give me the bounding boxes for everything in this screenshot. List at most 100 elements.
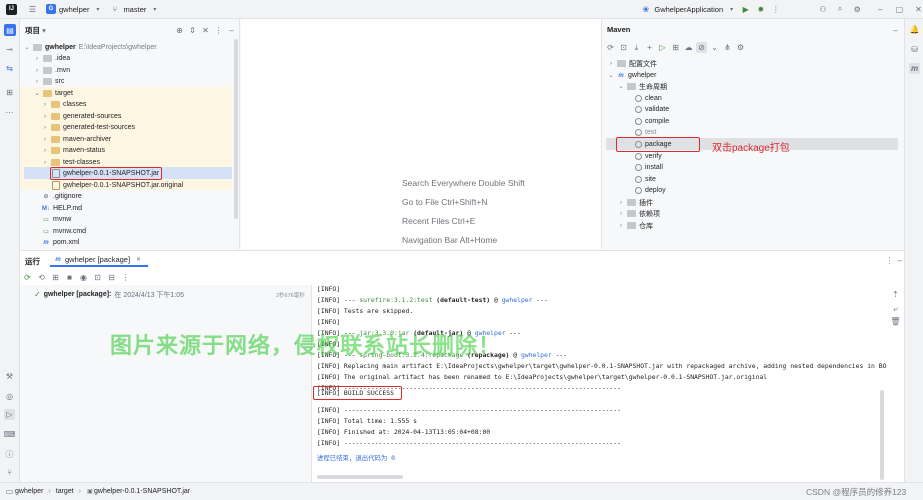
- search-icon[interactable]: ⌕: [836, 4, 845, 15]
- export-icon[interactable]: ⊟: [106, 272, 117, 283]
- run-config-tab[interactable]: m gwhelper [package] ✕: [50, 254, 149, 267]
- project-scrollbar[interactable]: [234, 39, 238, 219]
- pull-requests-icon[interactable]: ⇆: [4, 63, 15, 74]
- console-h-scrollbar[interactable]: [317, 475, 403, 479]
- toggle-view-icon[interactable]: ⊞: [50, 272, 61, 283]
- tree-item[interactable]: › .idea: [34, 53, 70, 64]
- run-tab-title[interactable]: 运行: [25, 256, 40, 267]
- locate-icon[interactable]: ⊕: [174, 25, 185, 36]
- offline-icon[interactable]: ☁: [683, 42, 694, 53]
- debug-icon[interactable]: ✹: [756, 4, 765, 15]
- show-dependencies-icon[interactable]: ⋔: [722, 42, 733, 53]
- settings-icon[interactable]: ⚙: [735, 42, 746, 53]
- structure-icon[interactable]: ⊞: [4, 87, 15, 98]
- watermark-text: 图片来源于网络，侵权联系站长删除！: [110, 333, 502, 358]
- gear-icon[interactable]: ⚙: [853, 4, 862, 15]
- pin-icon[interactable]: ⊡: [92, 272, 103, 283]
- collapse-icon[interactable]: ⌄: [709, 42, 720, 53]
- services-icon[interactable]: ◎: [4, 391, 15, 402]
- reload-icon[interactable]: ⟳: [605, 42, 616, 53]
- project-switcher[interactable]: G gwhelper ▾: [46, 4, 103, 15]
- more-icon[interactable]: ⋮: [771, 4, 780, 15]
- close-icon[interactable]: ✕: [133, 254, 144, 265]
- scroll-up-icon[interactable]: ⇡: [890, 289, 901, 300]
- add-user-icon[interactable]: ⚇: [818, 4, 827, 15]
- rerun-failed-icon[interactable]: ⟲: [36, 272, 47, 283]
- right-tool-strip: 🔔 ⛁ m: [904, 19, 923, 482]
- database-icon[interactable]: ⛁: [909, 44, 920, 55]
- tree-item[interactable]: › generated-test-sources: [42, 122, 135, 133]
- project-panel-title[interactable]: 项目 ▾: [25, 25, 46, 36]
- run-icon[interactable]: ▷: [657, 42, 668, 53]
- run-tree: ✓ gwhelper [package]: 在 2024/4/13 下午1:05…: [20, 285, 312, 482]
- more-icon[interactable]: ⋮: [120, 272, 131, 283]
- tree-item[interactable]: › src: [34, 76, 64, 87]
- maven-goal-clean[interactable]: clean: [635, 93, 662, 104]
- console-output[interactable]: [INFO] [INFO] --- surefire:3.1.2:test (de…: [313, 285, 888, 482]
- breadcrumb-item[interactable]: target: [56, 488, 74, 495]
- run-tool-icon[interactable]: ▷: [4, 409, 15, 420]
- maven-goal-compile[interactable]: compile: [635, 116, 669, 127]
- tree-item[interactable]: › .mvn: [34, 65, 70, 76]
- rerun-icon[interactable]: ⟳: [22, 272, 33, 283]
- main-menu-button[interactable]: ☰: [27, 4, 38, 15]
- maven-goal-site[interactable]: site: [635, 174, 656, 185]
- run-icon[interactable]: ▶: [741, 4, 750, 15]
- add-icon[interactable]: +: [644, 42, 655, 53]
- maven-goal-verify[interactable]: verify: [635, 151, 662, 162]
- minimize-panel-icon[interactable]: –: [890, 25, 901, 36]
- git-icon[interactable]: ⑂: [4, 467, 15, 478]
- notifications-icon[interactable]: 🔔: [909, 24, 920, 35]
- eye-icon[interactable]: ◉: [78, 272, 89, 283]
- maven-tree-item[interactable]: › 插件: [618, 197, 653, 208]
- maven-tree-item[interactable]: › 配置文件: [608, 58, 657, 69]
- execute-goal-icon[interactable]: ⊞: [670, 42, 681, 53]
- branch-switcher[interactable]: ⑂ master ▾: [109, 4, 160, 15]
- maven-goal-deploy[interactable]: deploy: [635, 185, 666, 196]
- tree-item[interactable]: M↓ HELP.md: [42, 203, 82, 214]
- maven-tree-item[interactable]: ⌄ m gwhelper: [608, 70, 656, 81]
- tree-item[interactable]: ⊘ .gitignore: [42, 191, 81, 202]
- tree-item[interactable]: ⌄ target: [34, 88, 73, 99]
- skip-tests-icon[interactable]: ⊘: [696, 42, 707, 53]
- tree-item[interactable]: m pom.xml: [42, 237, 79, 248]
- tree-item[interactable]: › maven-archiver: [42, 134, 111, 145]
- build-icon[interactable]: ⚒: [4, 371, 15, 382]
- options-icon[interactable]: ⋮: [213, 25, 224, 36]
- trash-icon[interactable]: 🗑: [890, 316, 901, 327]
- soft-wrap-icon[interactable]: ⤶: [890, 303, 901, 314]
- tree-item[interactable]: gwhelper-0.0.1-SNAPSHOT.jar.original: [52, 180, 183, 191]
- tree-root[interactable]: ⌄ gwhelper E:\IdeaProjects\gwhelper: [24, 42, 157, 53]
- maximize-icon[interactable]: ▢: [895, 4, 904, 15]
- tree-item[interactable]: › generated-sources: [42, 111, 121, 122]
- minimize-panel-icon[interactable]: –: [894, 255, 905, 266]
- close-icon[interactable]: ✕: [914, 4, 923, 15]
- run-tree-item[interactable]: ✓ gwhelper [package]: 在 2024/4/13 下午1:05: [34, 289, 184, 300]
- tree-item[interactable]: › classes: [42, 99, 86, 110]
- problems-icon[interactable]: ⓘ: [4, 449, 15, 460]
- project-tool-icon[interactable]: ▤: [4, 24, 16, 36]
- expand-all-icon[interactable]: ⇕: [187, 25, 198, 36]
- stop-icon[interactable]: ■: [64, 272, 75, 283]
- maven-goal-install[interactable]: install: [635, 162, 663, 173]
- more-tools-icon[interactable]: ⋯: [4, 107, 15, 118]
- tree-item[interactable]: › maven-status: [42, 145, 105, 156]
- commit-icon[interactable]: ⊸: [4, 44, 15, 55]
- breadcrumb-item[interactable]: gwhelper-0.0.1-SNAPSHOT.jar: [94, 488, 190, 495]
- console-v-scrollbar[interactable]: [880, 390, 884, 480]
- maven-tool-icon[interactable]: m: [909, 63, 920, 74]
- maven-goal-validate[interactable]: validate: [635, 104, 669, 115]
- generate-sources-icon[interactable]: ⊡: [618, 42, 629, 53]
- download-icon[interactable]: ⤓: [631, 42, 642, 53]
- minimize-icon[interactable]: –: [876, 4, 885, 15]
- run-config-selector[interactable]: ❀ GwhelperApplication ▾: [640, 4, 737, 15]
- hide-icon[interactable]: –: [226, 25, 237, 36]
- breadcrumb-item[interactable]: gwhelper: [15, 488, 43, 495]
- maven-tree-item[interactable]: ⌄ 生命周期: [618, 81, 667, 92]
- tree-item[interactable]: ▭ mvnw.cmd: [42, 226, 86, 237]
- maven-tree-item[interactable]: › 仓库: [618, 220, 653, 231]
- collapse-all-icon[interactable]: ✕: [200, 25, 211, 36]
- tree-item[interactable]: ▭ mvnw: [42, 214, 71, 225]
- maven-tree-item[interactable]: › 依赖项: [618, 208, 660, 219]
- terminal-icon[interactable]: ⌨: [4, 429, 16, 440]
